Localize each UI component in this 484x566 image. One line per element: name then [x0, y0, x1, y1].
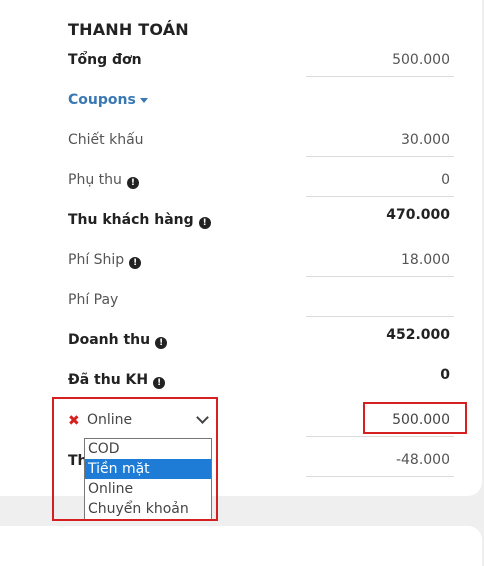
info-icon[interactable]: !: [198, 217, 211, 229]
chiet-khau-value[interactable]: 30.000: [401, 132, 450, 148]
info-icon[interactable]: !: [126, 177, 139, 189]
tong-don-label: Tổng đơn: [68, 52, 142, 68]
section-title: THANH TOÁN: [68, 20, 189, 39]
chiet-khau-label: Chiết khấu: [68, 132, 144, 148]
divider: [306, 76, 454, 77]
highlight-box-select: [52, 397, 218, 521]
coupons-toggle[interactable]: Coupons: [68, 92, 148, 108]
coupons-label: Coupons: [68, 92, 136, 108]
info-icon[interactable]: !: [153, 377, 166, 389]
da-thu-kh-value: 0: [440, 367, 450, 383]
phi-ship-text: Phí Ship: [68, 252, 125, 268]
tong-don-value: 500.000: [392, 52, 450, 68]
divider: [306, 156, 454, 157]
thu-khach-hang-text: Thu khách hàng: [68, 212, 194, 228]
divider: [306, 316, 454, 317]
divider: [306, 436, 454, 437]
next-card: [0, 526, 482, 566]
phu-thu-label: Phụ thu!: [68, 172, 139, 189]
doanh-thu-text: Doanh thu: [68, 332, 151, 348]
divider: [306, 476, 454, 477]
phu-thu-value[interactable]: 0: [441, 172, 450, 188]
info-icon[interactable]: !: [129, 257, 142, 269]
last-row-value: -48.000: [395, 452, 450, 468]
divider: [306, 276, 454, 277]
divider: [306, 196, 454, 197]
phi-pay-label: Phí Pay: [68, 292, 119, 308]
highlight-box-amount: [363, 402, 467, 434]
thu-khach-hang-label: Thu khách hàng!: [68, 212, 211, 229]
da-thu-kh-text: Đã thu KH: [68, 372, 149, 388]
thu-khach-hang-value: 470.000: [386, 207, 450, 223]
caret-down-icon: [139, 97, 148, 103]
phi-ship-value[interactable]: 18.000: [401, 252, 450, 268]
info-icon[interactable]: !: [155, 337, 168, 349]
da-thu-kh-label: Đã thu KH!: [68, 372, 166, 389]
doanh-thu-label: Doanh thu!: [68, 332, 168, 349]
phi-ship-label: Phí Ship!: [68, 252, 142, 269]
doanh-thu-value: 452.000: [386, 327, 450, 343]
phu-thu-text: Phụ thu: [68, 172, 122, 188]
